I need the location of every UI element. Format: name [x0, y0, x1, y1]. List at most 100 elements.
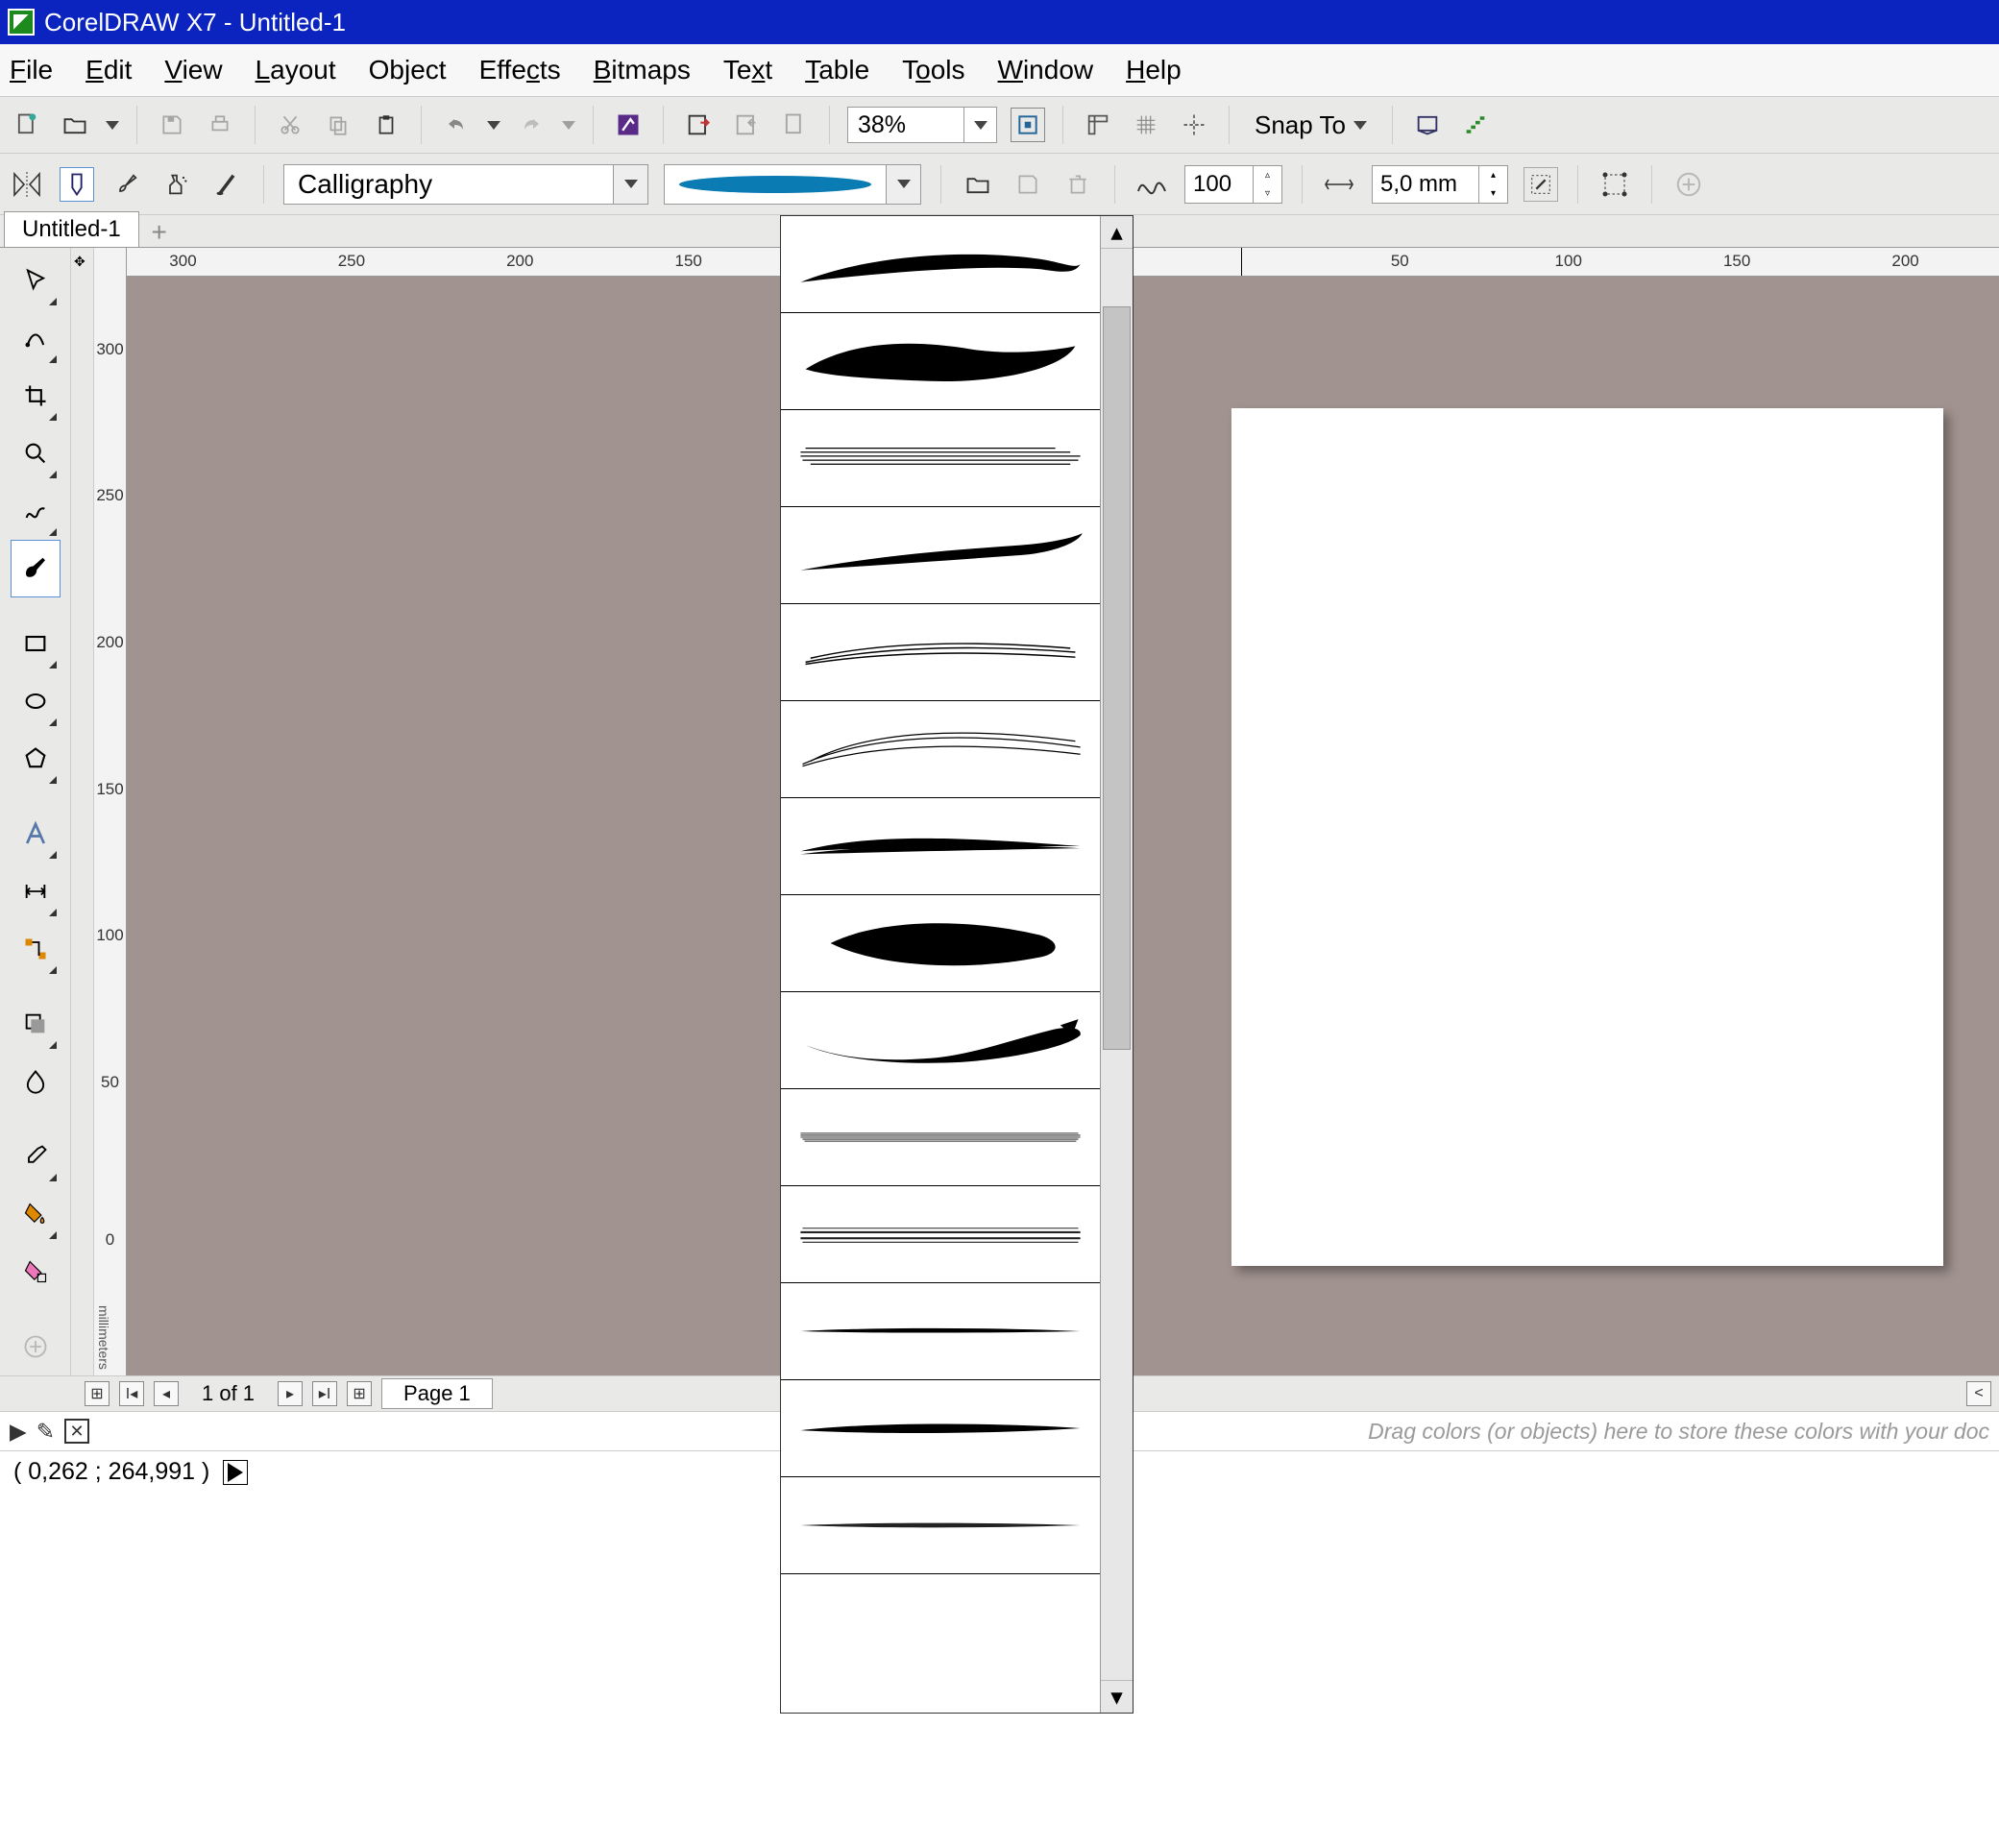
- freehand-smoothing-input[interactable]: [1185, 166, 1253, 203]
- brush-stroke-option[interactable]: [781, 701, 1100, 798]
- save-stroke-button[interactable]: [1011, 167, 1045, 202]
- bounding-box-button[interactable]: [1597, 167, 1632, 202]
- menu-effects[interactable]: Effects: [479, 55, 561, 85]
- calligraphic-button[interactable]: [209, 167, 244, 202]
- artistic-media-tool[interactable]: [11, 540, 61, 597]
- show-rulers-button[interactable]: [1081, 108, 1115, 142]
- crop-tool[interactable]: [11, 367, 61, 425]
- ruler-origin-drag[interactable]: ✥: [71, 248, 94, 1375]
- options-button[interactable]: [1410, 108, 1445, 142]
- menu-edit[interactable]: Edit: [85, 55, 132, 85]
- brush-stroke-chevron[interactable]: [886, 165, 920, 204]
- eyedropper-icon[interactable]: ✎: [37, 1419, 55, 1445]
- open-dropdown[interactable]: [106, 108, 119, 142]
- brush-button[interactable]: [110, 167, 144, 202]
- last-page-button[interactable]: ▸I: [312, 1381, 337, 1406]
- full-screen-preview-button[interactable]: [1011, 108, 1045, 142]
- document-tab[interactable]: Untitled-1: [4, 211, 139, 247]
- prev-page-button[interactable]: ◂: [154, 1381, 179, 1406]
- scroll-down-button[interactable]: ▾: [1101, 1680, 1133, 1713]
- cut-button[interactable]: [273, 108, 307, 142]
- redo-button[interactable]: [514, 108, 549, 142]
- undo-button[interactable]: [439, 108, 474, 142]
- zoom-tool[interactable]: [11, 425, 61, 482]
- quick-customize-toolbox[interactable]: [11, 1318, 61, 1375]
- preset-brush-button[interactable]: [60, 167, 94, 202]
- show-grid-button[interactable]: [1129, 108, 1163, 142]
- first-page-button[interactable]: I◂: [119, 1381, 144, 1406]
- brush-stroke-combo[interactable]: [664, 164, 921, 205]
- drop-shadow-tool[interactable]: [11, 995, 61, 1053]
- menu-help[interactable]: Help: [1126, 55, 1182, 85]
- brush-stroke-option[interactable]: [781, 1186, 1100, 1283]
- play-macro-button[interactable]: [223, 1460, 248, 1485]
- mirror-horiz-button[interactable]: [10, 167, 44, 202]
- freehand-smoothing-field[interactable]: ▵▿: [1184, 165, 1282, 204]
- app-launcher-button[interactable]: [1458, 108, 1493, 142]
- text-tool[interactable]: [11, 805, 61, 863]
- zoom-input[interactable]: [848, 108, 963, 142]
- brush-stroke-option[interactable]: [781, 216, 1100, 313]
- save-button[interactable]: [155, 108, 189, 142]
- redo-dropdown[interactable]: [562, 108, 575, 142]
- import-button[interactable]: [681, 108, 716, 142]
- dimension-tool[interactable]: [11, 863, 61, 920]
- copy-button[interactable]: [321, 108, 355, 142]
- add-page-before-button[interactable]: ⊞: [85, 1381, 110, 1406]
- polygon-tool[interactable]: [11, 730, 61, 788]
- freehand-tool[interactable]: [11, 482, 61, 540]
- search-content-button[interactable]: [611, 108, 646, 142]
- eyedropper-tool[interactable]: [11, 1128, 61, 1185]
- publish-pdf-button[interactable]: [777, 108, 812, 142]
- stroke-width-field[interactable]: ▴▾: [1372, 165, 1508, 204]
- scroll-up-button[interactable]: ▴: [1101, 216, 1133, 249]
- delete-stroke-button[interactable]: [1060, 167, 1095, 202]
- brush-stroke-option[interactable]: [781, 1089, 1100, 1186]
- open-button[interactable]: [58, 108, 92, 142]
- brush-stroke-option[interactable]: [781, 507, 1100, 604]
- brush-stroke-option[interactable]: [781, 1477, 1100, 1574]
- brush-stroke-option[interactable]: [781, 992, 1100, 1089]
- brush-stroke-option[interactable]: [781, 1574, 1100, 1671]
- browse-button[interactable]: [961, 167, 995, 202]
- menu-file[interactable]: File: [10, 55, 53, 85]
- scale-stroke-button[interactable]: [1524, 167, 1558, 202]
- menu-layout[interactable]: Layout: [256, 55, 336, 85]
- smart-fill-tool[interactable]: [11, 1243, 61, 1301]
- menu-table[interactable]: Table: [805, 55, 869, 85]
- print-button[interactable]: [203, 108, 237, 142]
- menu-object[interactable]: Object: [369, 55, 447, 85]
- brush-category-chevron[interactable]: [613, 165, 647, 204]
- zoom-dropdown[interactable]: [963, 108, 996, 142]
- interactive-fill-tool[interactable]: [11, 1185, 61, 1243]
- smoothing-slider-icon[interactable]: ▵▿: [1253, 166, 1281, 203]
- palette-flyout-icon[interactable]: ▶: [10, 1419, 27, 1445]
- paste-button[interactable]: [369, 108, 403, 142]
- scroll-track[interactable]: [1101, 249, 1133, 1680]
- new-doc-button[interactable]: [10, 108, 44, 142]
- undo-dropdown[interactable]: [487, 108, 500, 142]
- snap-to-dropdown[interactable]: Snap To: [1247, 106, 1375, 144]
- ellipse-tool[interactable]: [11, 672, 61, 730]
- sprayer-button[interactable]: [159, 167, 194, 202]
- no-color-swatch[interactable]: ✕: [64, 1419, 89, 1444]
- add-document-button[interactable]: +: [145, 218, 174, 247]
- brush-stroke-option[interactable]: [781, 895, 1100, 992]
- zoom-field[interactable]: [847, 107, 997, 143]
- menu-window[interactable]: Window: [998, 55, 1094, 85]
- page-surface[interactable]: [1231, 408, 1943, 1265]
- stroke-width-spinner[interactable]: ▴▾: [1478, 166, 1507, 203]
- menu-tools[interactable]: Tools: [902, 55, 964, 85]
- menu-bitmaps[interactable]: Bitmaps: [594, 55, 691, 85]
- pick-tool[interactable]: [11, 252, 61, 309]
- shape-tool[interactable]: [11, 309, 61, 367]
- brush-stroke-option[interactable]: [781, 410, 1100, 507]
- transparency-tool[interactable]: [11, 1053, 61, 1110]
- menu-text[interactable]: Text: [723, 55, 772, 85]
- show-guidelines-button[interactable]: [1177, 108, 1211, 142]
- brush-stroke-option[interactable]: [781, 1380, 1100, 1477]
- brush-stroke-option[interactable]: [781, 604, 1100, 701]
- export-button[interactable]: [729, 108, 764, 142]
- quick-customize-icon[interactable]: [1671, 167, 1706, 202]
- next-page-button[interactable]: ▸: [278, 1381, 303, 1406]
